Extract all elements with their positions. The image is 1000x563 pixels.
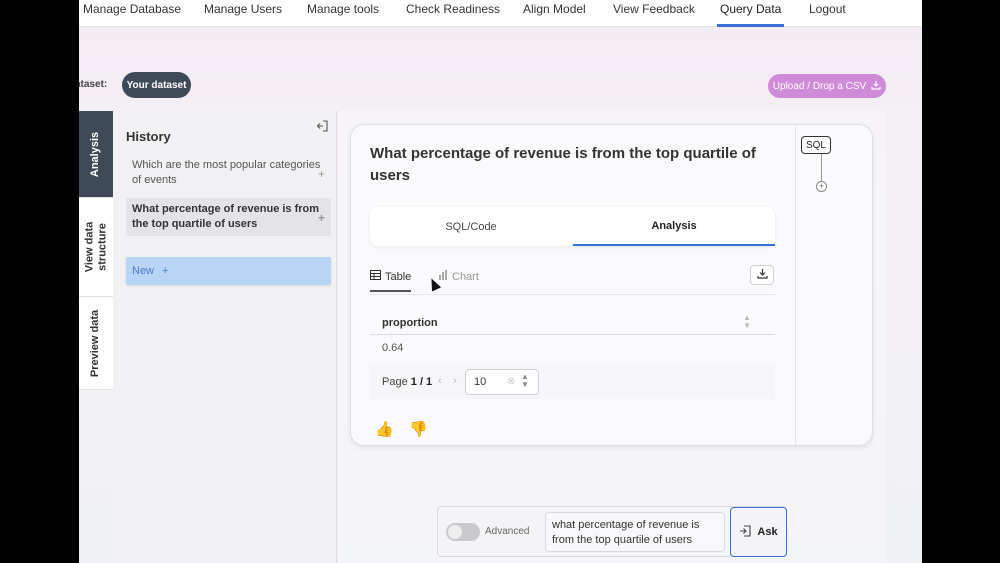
dataset-label: ataset:: [79, 79, 108, 90]
login-icon: [739, 524, 751, 540]
ask-bar: Advanced what percentage of revenue is f…: [437, 506, 787, 557]
nav-check-readiness[interactable]: Check Readiness: [406, 2, 500, 16]
history-title: History: [126, 129, 171, 144]
nav-manage-database[interactable]: Manage Database: [83, 2, 181, 16]
clear-icon[interactable]: ⊗: [507, 376, 515, 387]
history-item-text: What percentage of revenue is from the t…: [132, 203, 320, 230]
tab-analysis[interactable]: Analysis: [573, 207, 775, 246]
ask-button[interactable]: Ask: [730, 507, 787, 557]
upload-csv-button[interactable]: Upload / Drop a CSV: [768, 74, 886, 98]
connector-line: [821, 154, 822, 182]
stepper-icon[interactable]: ▲ ▼: [521, 373, 529, 389]
vtab-structure-line2: structure: [96, 223, 109, 271]
advanced-label: Advanced: [485, 526, 530, 537]
vtab-preview-label: Preview data: [89, 309, 102, 377]
plus-icon: +: [162, 265, 169, 277]
page-size-input[interactable]: 10 ⊗ ▲ ▼: [465, 369, 539, 395]
table-header: proportion ▲ ▼: [370, 311, 775, 335]
question-input[interactable]: what percentage of revenue is from the t…: [545, 512, 725, 552]
thumbs-down-icon[interactable]: 👎: [409, 420, 428, 438]
download-icon: [871, 80, 881, 93]
collapse-panel-icon[interactable]: [316, 120, 328, 135]
thumbs-up-icon[interactable]: 👍: [375, 420, 394, 438]
subtab-table[interactable]: Table: [370, 270, 412, 292]
vtab-structure-label: View data structure: [83, 222, 109, 273]
add-icon[interactable]: +: [318, 167, 325, 182]
question-title: What percentage of revenue is from the t…: [370, 145, 756, 184]
nav-align-model[interactable]: Align Model: [523, 2, 586, 16]
top-nav: Manage Database Manage Users Manage tool…: [79, 0, 922, 27]
nav-logout[interactable]: Logout: [809, 2, 846, 16]
add-node-icon[interactable]: +: [816, 181, 827, 192]
page-indicator: Page 1 / 1: [382, 376, 432, 388]
chevron-right-icon[interactable]: ›: [453, 375, 457, 387]
advanced-toggle[interactable]: [446, 523, 480, 541]
subtab-chart-label: Chart: [452, 270, 479, 283]
vtab-view-data-structure[interactable]: View data structure: [79, 198, 113, 297]
table-cell: 0.64: [382, 342, 404, 354]
vtab-analysis[interactable]: Analysis: [79, 111, 113, 198]
table-icon: [370, 270, 381, 283]
sql-node[interactable]: SQL: [801, 136, 831, 154]
download-button[interactable]: [750, 265, 774, 285]
nav-manage-tools[interactable]: Manage tools: [307, 2, 379, 16]
nav-manage-users[interactable]: Manage Users: [204, 2, 282, 16]
nav-active-indicator: [717, 24, 784, 27]
card-divider: [795, 125, 796, 445]
new-label: New: [132, 265, 155, 277]
subtab-chart[interactable]: Chart: [438, 270, 479, 283]
upload-label: Upload / Drop a CSV: [772, 80, 867, 92]
page-current: 1 / 1: [410, 376, 433, 388]
chevron-left-icon[interactable]: ‹: [438, 375, 442, 387]
result-tabs: SQL/Code Analysis: [370, 207, 775, 246]
vtab-structure-line1: View data: [83, 221, 96, 273]
app-frame: Manage Database Manage Users Manage tool…: [79, 0, 922, 563]
vtab-analysis-label: Analysis: [89, 131, 102, 177]
page-size-value: 10: [474, 376, 487, 388]
download-icon: [756, 268, 768, 282]
nav-view-feedback[interactable]: View Feedback: [613, 2, 695, 16]
history-item[interactable]: Which are the most popular categories of…: [126, 154, 331, 192]
sort-icon[interactable]: ▲ ▼: [743, 314, 751, 330]
bar-chart-icon: [438, 270, 448, 283]
dataset-chip[interactable]: Your dataset: [122, 72, 191, 98]
column-header-proportion[interactable]: proportion: [382, 317, 438, 329]
vtab-preview-data[interactable]: Preview data: [79, 297, 113, 390]
history-item-active[interactable]: What percentage of revenue is from the t…: [126, 198, 331, 236]
tab-sql-code[interactable]: SQL/Code: [370, 207, 572, 246]
page-word: Page: [382, 376, 408, 388]
history-item-text: Which are the most popular categories of…: [132, 159, 321, 186]
history-panel: History Which are the most popular categ…: [113, 111, 337, 563]
nav-query-data[interactable]: Query Data: [720, 2, 781, 16]
ask-label: Ask: [757, 526, 778, 538]
subtab-table-label: Table: [385, 270, 412, 283]
new-query-button[interactable]: New +: [126, 257, 331, 285]
add-icon[interactable]: +: [318, 211, 325, 226]
